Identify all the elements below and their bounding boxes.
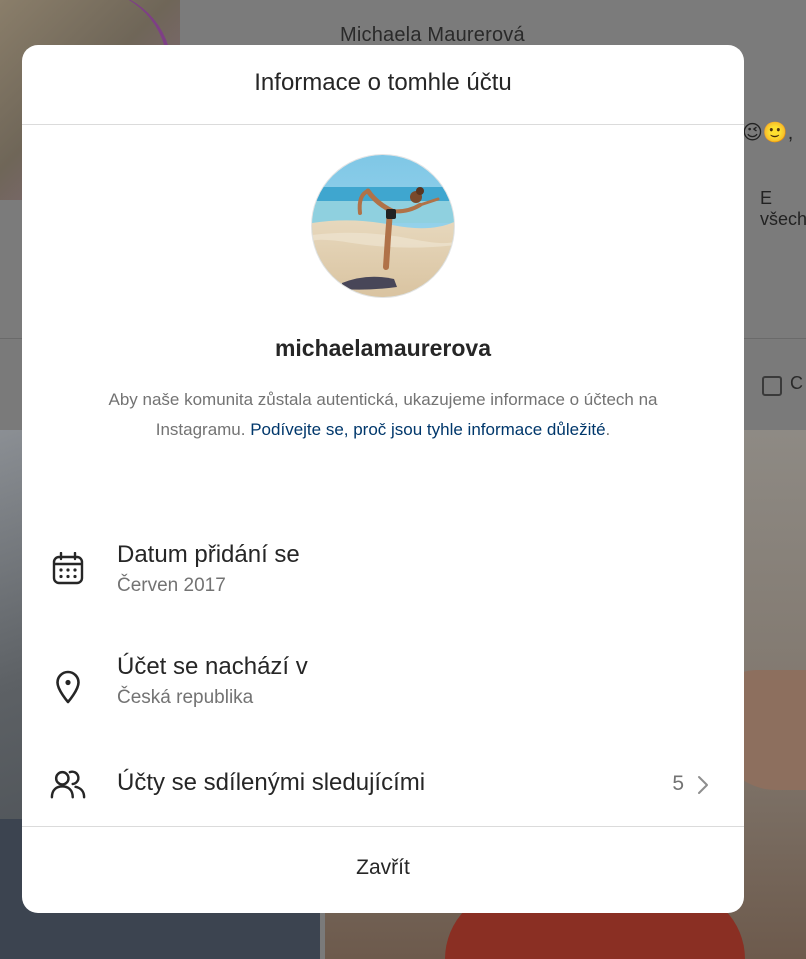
learn-why-link[interactable]: Podívejte se, proč jsou tyhle informace …	[250, 420, 605, 439]
calendar-icon	[50, 551, 86, 587]
people-icon	[50, 766, 86, 802]
chevron-right-icon	[698, 776, 708, 794]
account-location-text: Účet se nachází v Česká republika	[117, 652, 308, 711]
account-location-value: Česká republika	[117, 687, 254, 708]
background-bio-fragment: E všech	[760, 188, 806, 229]
account-location-row: Účet se nachází v Česká republika	[22, 647, 744, 727]
shared-followers-row[interactable]: Účty se sdílenými sledujícími 5	[22, 760, 744, 810]
close-button-label: Zavřít	[356, 855, 410, 879]
date-joined-value: Červen 2017	[117, 575, 226, 596]
date-joined-row: Datum přidání se Červen 2017	[22, 535, 744, 615]
location-pin-icon	[50, 669, 86, 705]
profile-avatar	[311, 154, 455, 298]
close-button[interactable]: Zavřít	[22, 826, 744, 913]
shared-followers-label: Účty se sdílenými sledujícími	[117, 769, 426, 796]
tagged-tab-icon	[762, 376, 782, 396]
account-location-label: Účet se nachází v	[117, 653, 308, 680]
dialog-header: Informace o tomhle účtu	[22, 45, 744, 125]
shared-followers-count: 5	[672, 772, 684, 795]
shared-followers-text: Účty se sdílenými sledujícími	[117, 768, 425, 798]
background-tab-fragment: C	[790, 373, 803, 393]
background-profile-name: Michaela Maurerová	[340, 24, 525, 46]
avatar-image	[312, 155, 454, 297]
dialog-title: Informace o tomhle účtu	[254, 68, 512, 96]
info-text-end: .	[605, 420, 611, 439]
authenticity-info-text: Aby naše komunita zůstala autentická, uk…	[82, 385, 684, 445]
about-account-dialog: Informace o tomhle účtu michaelamaurerov…	[22, 45, 744, 913]
date-joined-label: Datum přidání se	[117, 541, 300, 568]
background-emoji-icons: 😉🙂,	[742, 122, 794, 144]
account-username: michaelamaurerova	[274, 335, 492, 361]
date-joined-text: Datum přidání se Červen 2017	[117, 540, 300, 599]
